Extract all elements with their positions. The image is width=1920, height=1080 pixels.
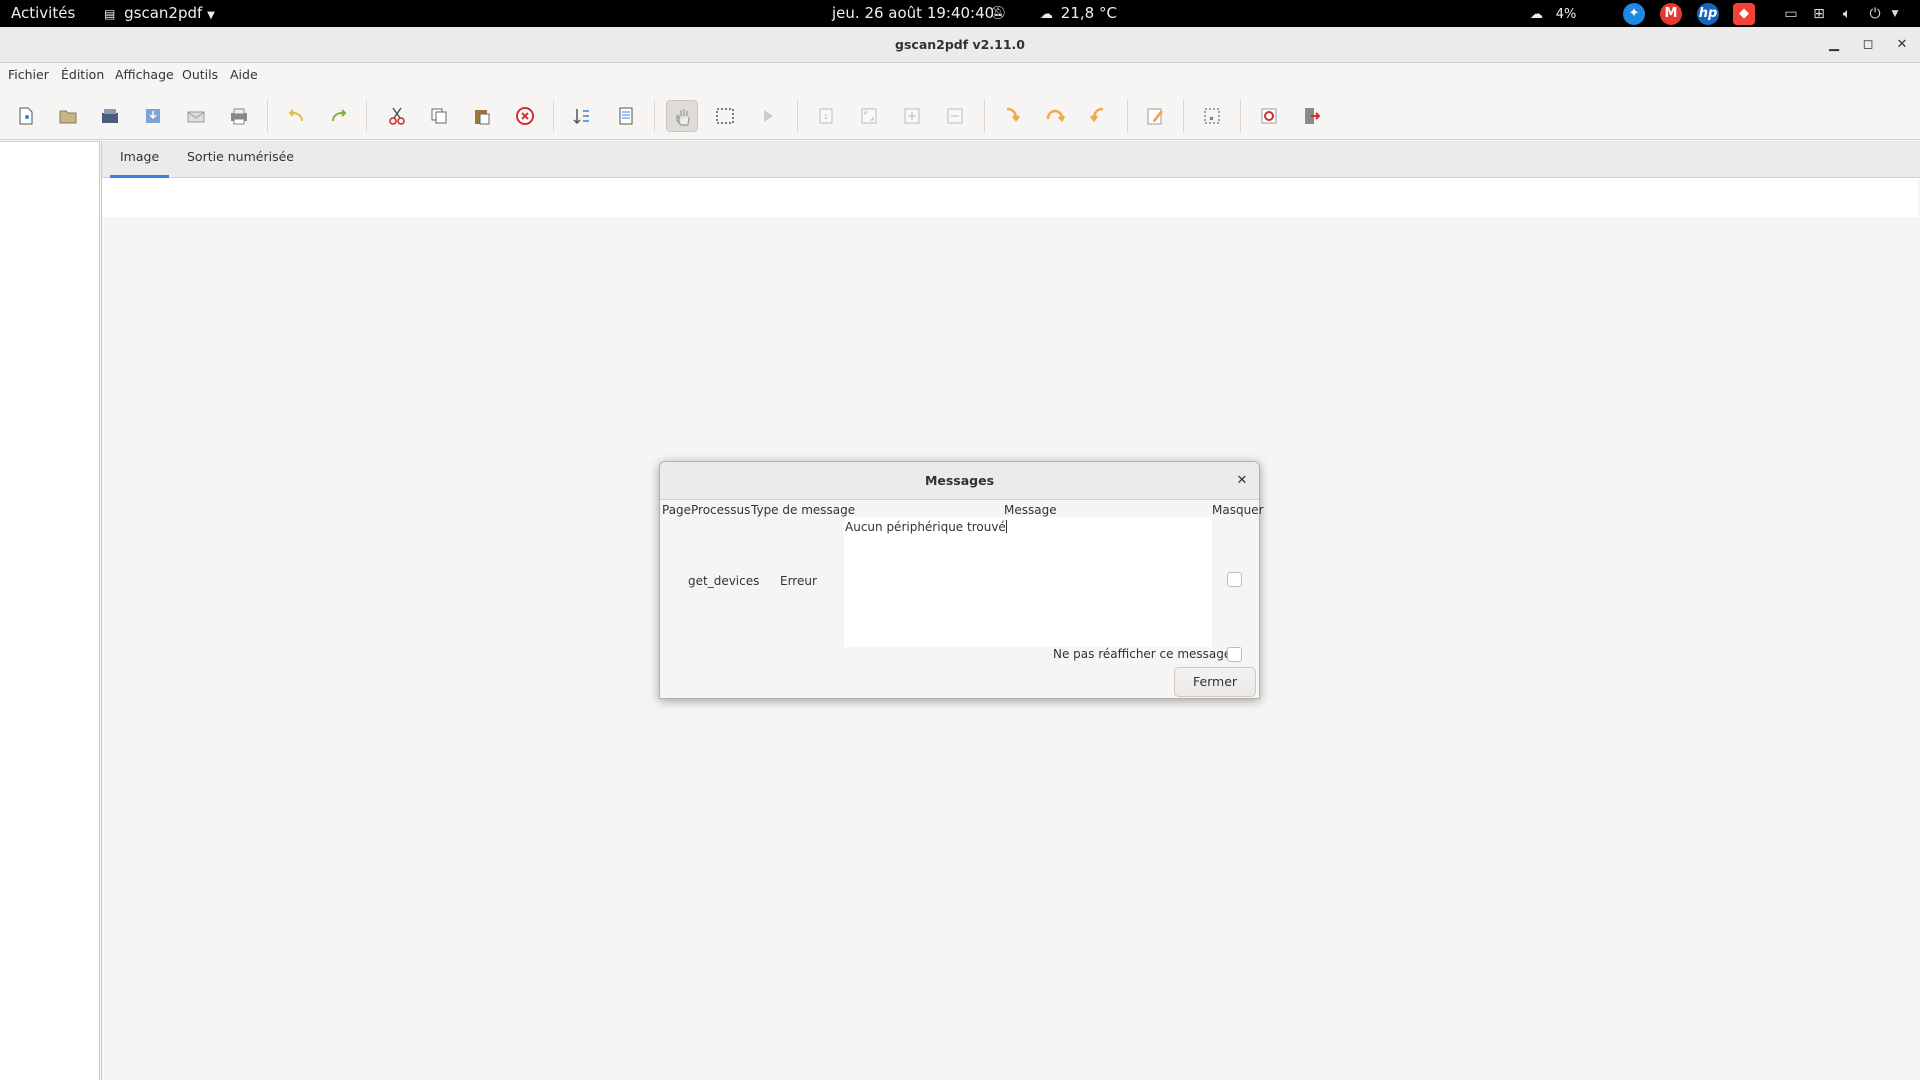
messages-dialog: Messages ✕ Page Processus Type de messag… [659,461,1264,699]
menu-fichier[interactable]: Fichier [8,63,49,87]
column-header-type[interactable]: Type de message [751,501,855,520]
row-message: Aucun périphérique trouvé [845,520,1006,534]
toolbar-separator [1183,100,1184,132]
image-canvas-header [102,178,1918,217]
column-header-page[interactable]: Page [662,501,691,520]
hp-tray-icon[interactable]: hp [1697,3,1719,25]
dialog-title: Messages [660,462,1259,500]
menu-affichage[interactable]: Affichage [115,63,174,87]
undo-icon[interactable] [280,100,312,132]
row-process: get_devices [688,574,760,588]
copy-icon[interactable] [423,100,455,132]
clock[interactable]: jeu. 26 août 19:40:40 [832,0,994,27]
column-header-process[interactable]: Processus [691,501,750,520]
menu-edition[interactable]: Édition [61,63,104,87]
quit-icon[interactable] [1295,100,1327,132]
toolbar-separator [654,100,655,132]
zoom-fit-icon[interactable] [853,100,885,132]
close-icon[interactable]: ✕ [1893,36,1911,54]
row-type: Erreur [780,574,817,588]
scanner-icon: ▤ [104,7,116,21]
activities-button[interactable]: Activités [11,0,75,27]
bell-muted-icon: 🔕︎ [990,6,1007,21]
thumbnail-sidebar[interactable] [0,141,100,1080]
email-icon[interactable] [180,100,212,132]
save-icon[interactable] [137,100,169,132]
rotate-180-icon[interactable] [1039,100,1071,132]
chevron-down-icon: ▼ [207,10,215,21]
toolbar-separator [1240,100,1241,132]
menu-outils[interactable]: Outils [182,63,218,87]
select-rect-icon[interactable] [709,100,741,132]
toolbar-separator [267,100,268,132]
gscan2pdf-window: gscan2pdf v2.11.0 ▁ ◻ ✕ Fichier Édition … [0,27,1920,1080]
scan-icon[interactable] [94,100,126,132]
toolbar-separator [553,100,554,132]
select-all-icon[interactable] [610,100,642,132]
renumber-icon[interactable] [566,100,598,132]
menubar: Fichier Édition Affichage Outils Aide [0,63,1920,87]
paste-icon[interactable] [466,100,498,132]
cloud-percent: 4% [1555,7,1577,22]
cloud-indicator[interactable]: ☁︎ 4% [1530,0,1576,27]
close-button[interactable]: Fermer [1174,667,1256,697]
redo-icon[interactable] [323,100,355,132]
window-title: gscan2pdf v2.11.0 [895,37,1025,52]
tab-image[interactable]: Image [110,141,170,178]
window-titlebar[interactable]: gscan2pdf v2.11.0 ▁ ◻ ✕ [0,27,1920,63]
zoom-in-icon[interactable] [896,100,928,132]
preferences-icon[interactable] [1253,100,1285,132]
tab-scan-output[interactable]: Sortie numérisée [177,141,304,178]
toolbar-separator [984,100,985,132]
volume-muted-icon[interactable]: 🔈︎ [1838,5,1856,23]
chevron-down-icon[interactable]: ▼ [1886,5,1904,23]
screen-icon[interactable]: ▭ [1782,5,1800,23]
play-icon[interactable] [752,100,784,132]
zoom-100-icon[interactable]: 1 [810,100,842,132]
weather-indicator[interactable]: ☁︎ 21,8 °C [1040,0,1117,27]
minimize-icon[interactable]: ▁ [1825,36,1843,54]
network-icon[interactable]: ⊞ [1810,5,1828,23]
toolbar-separator [366,100,367,132]
svg-text:1: 1 [824,113,828,121]
text-cursor [1005,520,1007,533]
app-menu-label: gscan2pdf [124,4,203,22]
hide-checkbox[interactable] [1227,572,1242,587]
column-header-hide[interactable]: Masquer [1212,501,1264,520]
weather-icon: ☁︎ [1040,7,1053,22]
dont-show-again-label: Ne pas réafficher ce message [1053,647,1232,661]
toolbar-separator [1127,100,1128,132]
delete-icon[interactable] [509,100,541,132]
anydesk-tray-icon[interactable]: ◆ [1733,3,1755,25]
crop-icon[interactable] [1196,100,1228,132]
cloud-icon: ☁︎ [1530,7,1543,22]
gnome-top-bar: Activités ▤ gscan2pdf ▼ jeu. 26 août 19:… [0,0,1920,27]
rotate-270-icon[interactable] [1082,100,1114,132]
maximize-icon[interactable]: ◻ [1859,36,1877,54]
dont-show-again-checkbox[interactable] [1227,647,1242,662]
menu-aide[interactable]: Aide [230,63,258,87]
zoom-out-icon[interactable] [939,100,971,132]
cut-icon[interactable] [381,100,413,132]
weather-temp: 21,8 °C [1060,4,1117,22]
sync-tray-icon[interactable]: ✦ [1623,3,1645,25]
message-text-view[interactable]: Aucun périphérique trouvé [844,517,1212,647]
toolbar-separator [797,100,798,132]
close-icon[interactable]: ✕ [1233,472,1251,490]
new-icon[interactable] [10,100,42,132]
tab-bar: Image Sortie numérisée [102,141,1920,178]
edit-icon[interactable] [1139,100,1171,132]
pan-hand-icon[interactable] [666,100,698,132]
power-icon[interactable]: ⏻ [1866,5,1884,23]
rotate-90-icon[interactable] [996,100,1028,132]
print-icon[interactable] [223,100,255,132]
toolbar: 1 [0,87,1920,140]
open-icon[interactable] [52,100,84,132]
app-menu[interactable]: ▤ gscan2pdf ▼ [104,0,215,27]
mail-tray-icon[interactable]: M [1660,3,1682,25]
